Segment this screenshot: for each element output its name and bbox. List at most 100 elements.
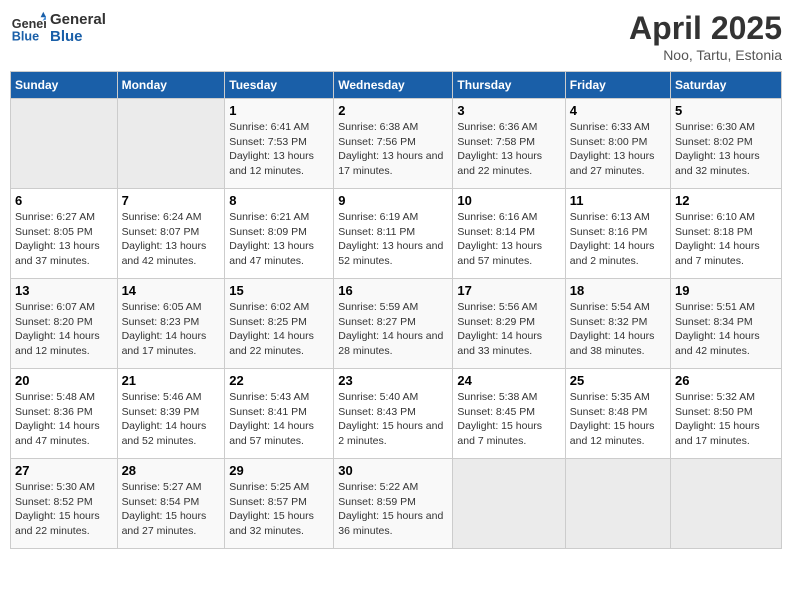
weekday-header-tuesday: Tuesday <box>225 72 334 99</box>
day-number: 18 <box>570 283 666 298</box>
day-info: Sunrise: 6:13 AMSunset: 8:16 PMDaylight:… <box>570 210 666 269</box>
day-cell: 11Sunrise: 6:13 AMSunset: 8:16 PMDayligh… <box>565 189 670 279</box>
day-info: Sunrise: 5:48 AMSunset: 8:36 PMDaylight:… <box>15 390 113 449</box>
day-info: Sunrise: 5:56 AMSunset: 8:29 PMDaylight:… <box>457 300 560 359</box>
day-cell: 4 Sunrise: 6:33 AMSunset: 8:00 PMDaylight… <box>565 99 670 189</box>
day-cell: 26Sunrise: 5:32 AMSunset: 8:50 PMDayligh… <box>671 369 782 459</box>
title-block: April 2025 Noo, Tartu, Estonia <box>629 10 782 63</box>
day-cell: 7 Sunrise: 6:24 AMSunset: 8:07 PMDaylight… <box>117 189 225 279</box>
day-number: 30 <box>338 463 448 478</box>
day-cell: 8Sunrise: 6:21 AMSunset: 8:09 PMDaylight… <box>225 189 334 279</box>
day-number: 6 <box>15 193 113 208</box>
day-cell: 6 Sunrise: 6:27 AMSunset: 8:05 PMDaylight… <box>11 189 118 279</box>
day-number: 7 <box>122 193 221 208</box>
day-info: Sunrise: 5:38 AMSunset: 8:45 PMDaylight:… <box>457 390 560 449</box>
day-info: Sunrise: 5:51 AMSunset: 8:34 PMDaylight:… <box>675 300 777 359</box>
day-number: 22 <box>229 373 329 388</box>
day-number: 1 <box>229 103 329 118</box>
day-number: 10 <box>457 193 560 208</box>
weekday-header-sunday: Sunday <box>11 72 118 99</box>
day-number: 15 <box>229 283 329 298</box>
day-number: 19 <box>675 283 777 298</box>
day-number: 20 <box>15 373 113 388</box>
day-cell: 24 Sunrise: 5:38 AMSunset: 8:45 PMDayligh… <box>453 369 565 459</box>
day-info: Sunrise: 6:27 AMSunset: 8:05 PMDaylight:… <box>15 210 113 269</box>
day-number: 14 <box>122 283 221 298</box>
day-cell: 3Sunrise: 6:36 AMSunset: 7:58 PMDaylight… <box>453 99 565 189</box>
day-number: 29 <box>229 463 329 478</box>
day-info: Sunrise: 5:27 AMSunset: 8:54 PMDaylight:… <box>122 480 221 539</box>
day-info: Sunrise: 6:38 AMSunset: 7:56 PMDaylight:… <box>338 120 448 179</box>
day-number: 21 <box>122 373 221 388</box>
day-number: 9 <box>338 193 448 208</box>
day-info: Sunrise: 5:46 AMSunset: 8:39 PMDaylight:… <box>122 390 221 449</box>
day-cell: 14 Sunrise: 6:05 AMSunset: 8:23 PMDayligh… <box>117 279 225 369</box>
day-cell <box>453 459 565 549</box>
weekday-header-saturday: Saturday <box>671 72 782 99</box>
logo: General Blue General Blue <box>10 10 106 46</box>
logo-blue: Blue <box>50 28 106 45</box>
weekday-header-friday: Friday <box>565 72 670 99</box>
day-number: 25 <box>570 373 666 388</box>
day-cell: 29 Sunrise: 5:25 AMSunset: 8:57 PMDayligh… <box>225 459 334 549</box>
day-info: Sunrise: 6:30 AMSunset: 8:02 PMDaylight:… <box>675 120 777 179</box>
logo-icon: General Blue <box>10 10 46 46</box>
day-cell <box>671 459 782 549</box>
calendar-subtitle: Noo, Tartu, Estonia <box>629 47 782 63</box>
page-header: General Blue General Blue April 2025 Noo… <box>10 10 782 63</box>
day-info: Sunrise: 6:24 AMSunset: 8:07 PMDaylight:… <box>122 210 221 269</box>
day-cell: 21 Sunrise: 5:46 AMSunset: 8:39 PMDayligh… <box>117 369 225 459</box>
day-number: 17 <box>457 283 560 298</box>
day-cell: 20 Sunrise: 5:48 AMSunset: 8:36 PMDayligh… <box>11 369 118 459</box>
day-info: Sunrise: 5:40 AMSunset: 8:43 PMDaylight:… <box>338 390 448 449</box>
day-number: 16 <box>338 283 448 298</box>
day-info: Sunrise: 6:21 AMSunset: 8:09 PMDaylight:… <box>229 210 329 269</box>
day-number: 3 <box>457 103 560 118</box>
logo-general: General <box>50 11 106 28</box>
day-number: 26 <box>675 373 777 388</box>
day-cell: 25 Sunrise: 5:35 AMSunset: 8:48 PMDayligh… <box>565 369 670 459</box>
day-info: Sunrise: 5:22 AMSunset: 8:59 PMDaylight:… <box>338 480 448 539</box>
day-cell: 18 Sunrise: 5:54 AMSunset: 8:32 PMDayligh… <box>565 279 670 369</box>
day-cell: 27 Sunrise: 5:30 AMSunset: 8:52 PMDayligh… <box>11 459 118 549</box>
day-cell <box>565 459 670 549</box>
day-cell: 12 Sunrise: 6:10 AMSunset: 8:18 PMDayligh… <box>671 189 782 279</box>
day-number: 12 <box>675 193 777 208</box>
day-info: Sunrise: 6:41 AMSunset: 7:53 PMDaylight:… <box>229 120 329 179</box>
day-number: 23 <box>338 373 448 388</box>
weekday-header-row: SundayMondayTuesdayWednesdayThursdayFrid… <box>11 72 782 99</box>
day-number: 5 <box>675 103 777 118</box>
day-cell: 28 Sunrise: 5:27 AMSunset: 8:54 PMDayligh… <box>117 459 225 549</box>
day-cell: 30 Sunrise: 5:22 AMSunset: 8:59 PMDayligh… <box>334 459 453 549</box>
weekday-header-wednesday: Wednesday <box>334 72 453 99</box>
day-cell: 2Sunrise: 6:38 AMSunset: 7:56 PMDaylight… <box>334 99 453 189</box>
week-row-3: 13Sunrise: 6:07 AMSunset: 8:20 PMDayligh… <box>11 279 782 369</box>
day-number: 27 <box>15 463 113 478</box>
day-info: Sunrise: 6:07 AMSunset: 8:20 PMDaylight:… <box>15 300 113 359</box>
day-info: Sunrise: 6:05 AMSunset: 8:23 PMDaylight:… <box>122 300 221 359</box>
day-number: 28 <box>122 463 221 478</box>
day-info: Sunrise: 5:54 AMSunset: 8:32 PMDaylight:… <box>570 300 666 359</box>
day-info: Sunrise: 6:10 AMSunset: 8:18 PMDaylight:… <box>675 210 777 269</box>
week-row-2: 6 Sunrise: 6:27 AMSunset: 8:05 PMDaylight… <box>11 189 782 279</box>
weekday-header-thursday: Thursday <box>453 72 565 99</box>
day-number: 24 <box>457 373 560 388</box>
day-info: Sunrise: 6:33 AMSunset: 8:00 PMDaylight:… <box>570 120 666 179</box>
day-cell: 1 Sunrise: 6:41 AMSunset: 7:53 PMDaylight… <box>225 99 334 189</box>
day-cell: 13Sunrise: 6:07 AMSunset: 8:20 PMDayligh… <box>11 279 118 369</box>
day-cell <box>11 99 118 189</box>
svg-text:Blue: Blue <box>12 30 39 44</box>
day-info: Sunrise: 6:02 AMSunset: 8:25 PMDaylight:… <box>229 300 329 359</box>
day-info: Sunrise: 6:16 AMSunset: 8:14 PMDaylight:… <box>457 210 560 269</box>
day-info: Sunrise: 5:43 AMSunset: 8:41 PMDaylight:… <box>229 390 329 449</box>
day-cell: 10 Sunrise: 6:16 AMSunset: 8:14 PMDayligh… <box>453 189 565 279</box>
day-info: Sunrise: 6:19 AMSunset: 8:11 PMDaylight:… <box>338 210 448 269</box>
day-info: Sunrise: 5:30 AMSunset: 8:52 PMDaylight:… <box>15 480 113 539</box>
calendar-title: April 2025 <box>629 10 782 47</box>
day-info: Sunrise: 5:35 AMSunset: 8:48 PMDaylight:… <box>570 390 666 449</box>
day-info: Sunrise: 5:25 AMSunset: 8:57 PMDaylight:… <box>229 480 329 539</box>
week-row-5: 27 Sunrise: 5:30 AMSunset: 8:52 PMDayligh… <box>11 459 782 549</box>
weekday-header-monday: Monday <box>117 72 225 99</box>
day-cell: 22 Sunrise: 5:43 AMSunset: 8:41 PMDayligh… <box>225 369 334 459</box>
day-number: 4 <box>570 103 666 118</box>
